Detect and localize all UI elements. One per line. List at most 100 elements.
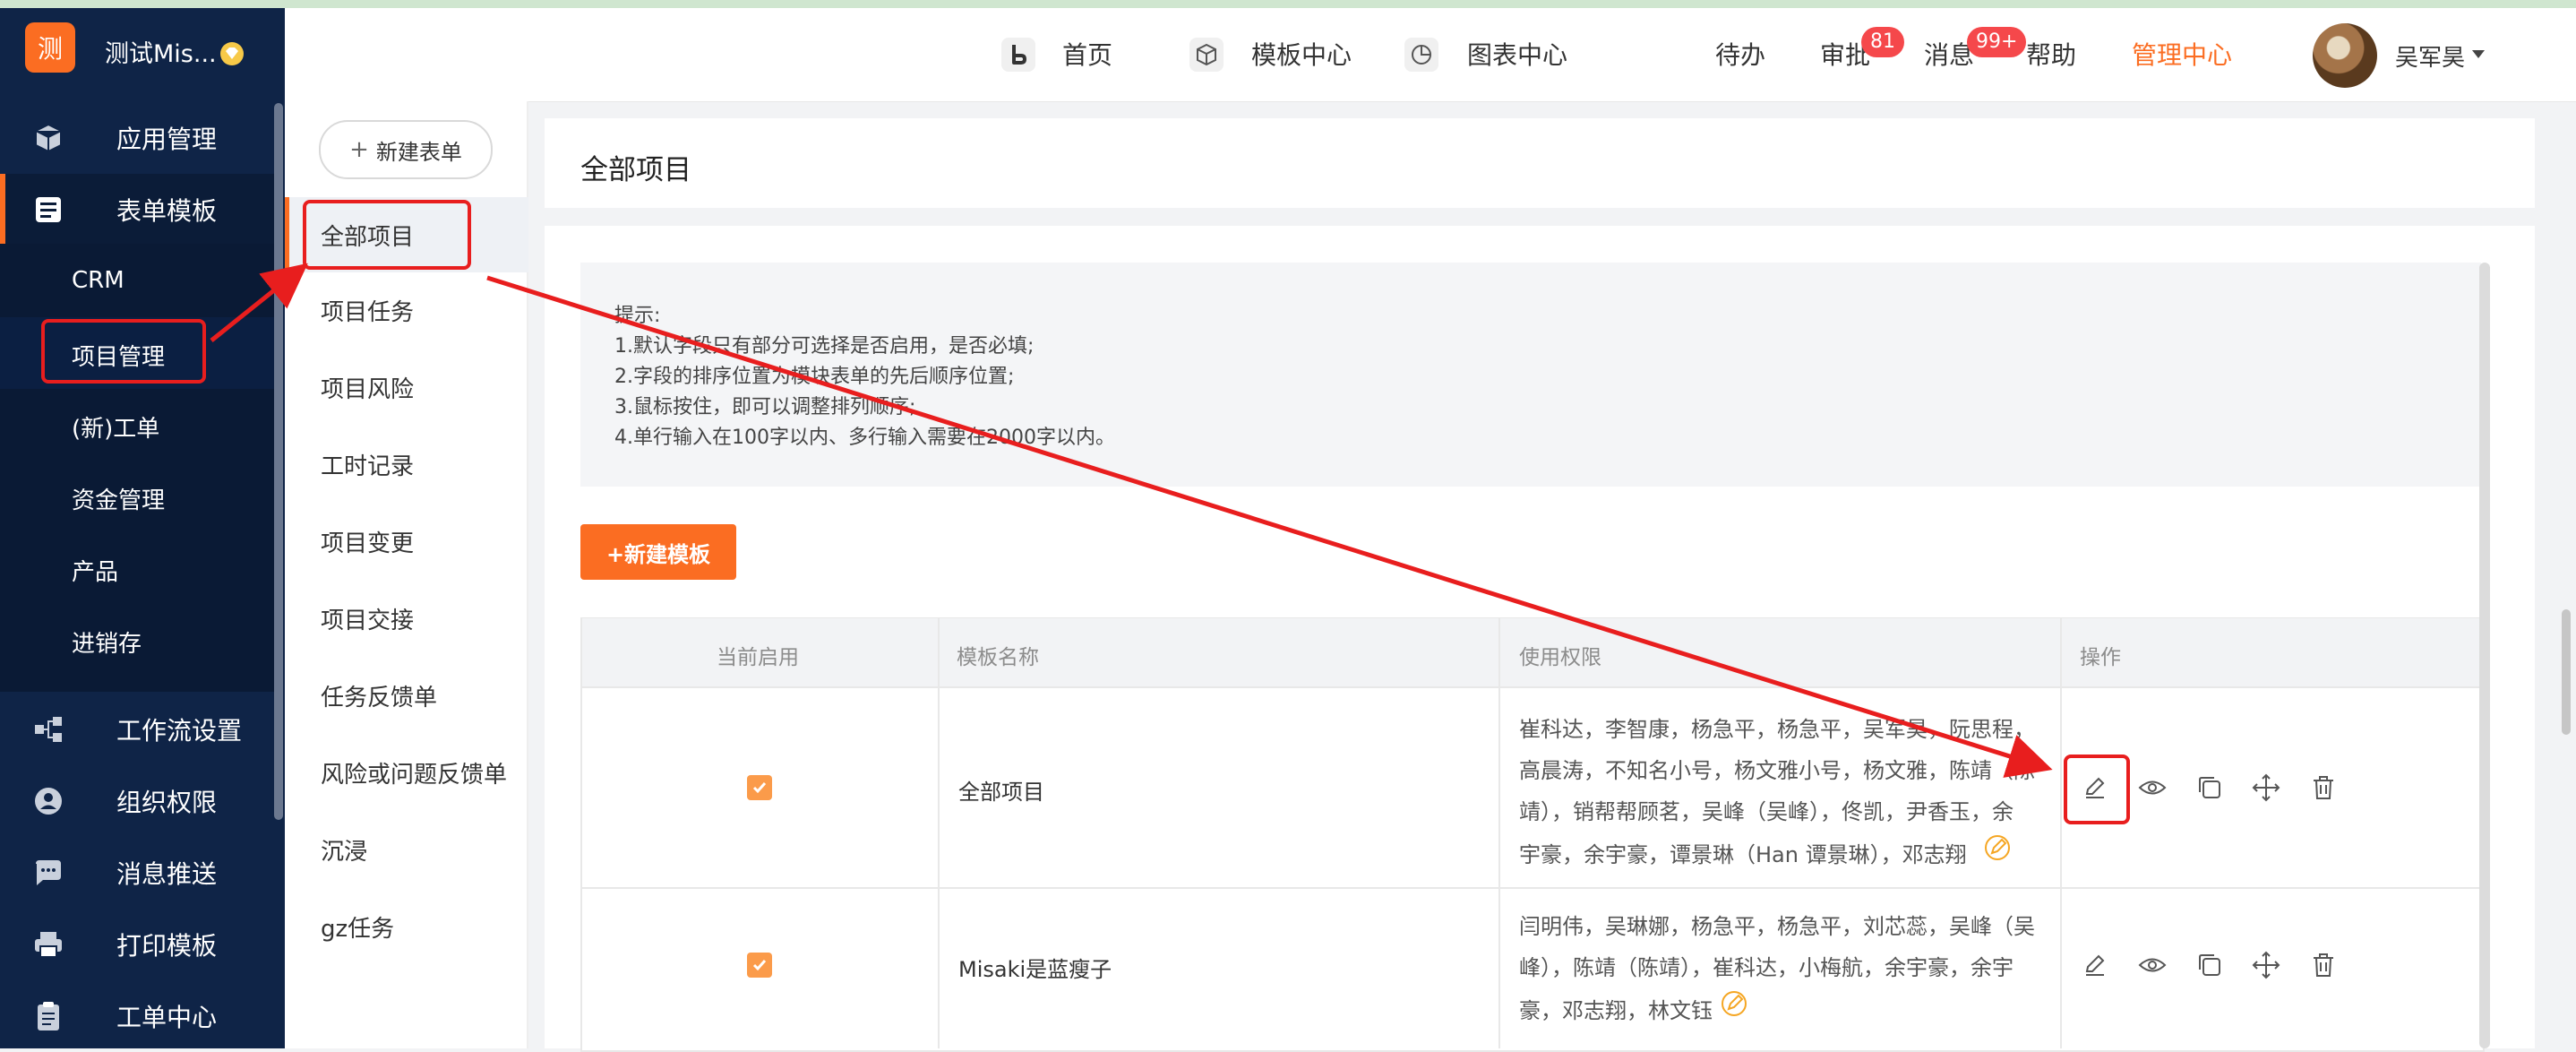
user-name[interactable]: 吴军昊 [2395,39,2465,73]
template-name: Misaki是蓝瘦子 [958,957,1112,982]
nav-chart-center[interactable]: 图表中心 [1467,36,1567,72]
permission-line: 崔科达，李智康，杨急平，杨急平，吴军昊，阮思程， [1519,717,2035,742]
delete-icon[interactable] [2308,950,2339,980]
move-icon[interactable] [2251,772,2281,803]
sidebar-item-label: 工单中心 [116,1003,218,1032]
cube-icon [35,123,62,153]
tip-line: 2.字段的排序位置为模块表单的先后顺序位置; [614,366,1015,388]
sidebar-scrollbar[interactable] [274,103,283,820]
form-item-risk-feedback[interactable]: 风险或问题反馈单 [285,735,528,810]
page-title: 全部项目 [580,154,691,186]
form-item-label: 项目风险 [321,376,415,403]
title-card [545,118,2535,208]
row-divider [582,887,2479,889]
form-item-immersion[interactable]: 沉浸 [285,812,528,887]
chevron-down-icon[interactable] [2472,50,2485,59]
sidebar-item-app-management[interactable]: 应用管理 [0,102,274,174]
pie-chart-icon [1404,38,1438,72]
brand-logo[interactable]: 测 [25,22,75,73]
column-divider [2060,618,2062,1048]
edit-permission-icon[interactable] [1720,989,1748,1018]
view-icon[interactable] [2137,772,2168,803]
tip-line: 3.鼠标按住，即可以调整排列顺序; [614,396,916,418]
plus-icon: + [349,136,369,163]
form-item-gz-task[interactable]: gz任务 [285,889,528,964]
sidebar-item-message-push[interactable]: 消息推送 [0,837,274,909]
form-item-label: 任务反馈单 [321,685,438,711]
sidebar-item-label: 组织权限 [116,788,218,817]
new-form-label: 新建表单 [375,139,462,165]
form-item-label: 项目交接 [321,608,415,634]
delete-icon[interactable] [2308,772,2339,803]
th-permission: 使用权限 [1519,646,1601,669]
box-icon [1189,38,1224,72]
form-item-label: 沉浸 [321,839,368,866]
view-icon[interactable] [2137,950,2168,980]
content-scrollbar[interactable] [2479,263,2490,1048]
copy-icon[interactable] [2194,772,2225,803]
copy-icon[interactable] [2194,950,2225,980]
form-item-project-task[interactable]: 项目任务 [285,272,528,348]
edit-icon[interactable] [2080,950,2110,980]
permission-line: 闫明伟，吴琳娜，杨急平，杨急平，刘芯蕊，吴峰（吴 [1519,914,2035,939]
sub-item-product[interactable]: 产品 [0,532,274,604]
sidebar-item-label: 工作流设置 [116,716,243,746]
form-item-label: 风险或问题反馈单 [321,762,508,789]
sidebar-item-print-template[interactable]: 打印模板 [0,909,274,980]
sidebar-item-work-order-center[interactable]: 工单中心 [0,980,274,1052]
top-stripe [0,0,2576,8]
user-circle-icon [35,788,62,815]
sub-item-label: 资金管理 [72,487,166,514]
sub-item-label: 进销存 [72,631,142,658]
permission-line: 豪，邓志翔，林文钰 [1519,998,1713,1023]
form-item-project-handover[interactable]: 项目交接 [285,581,528,656]
diamond-icon [220,42,244,65]
nav-template-center[interactable]: 模板中心 [1251,36,1352,72]
enabled-checkbox[interactable] [747,775,772,800]
avatar[interactable] [2313,23,2377,88]
approve-badge: 81 [1861,27,1904,57]
nav-home[interactable]: 首页 [1062,36,1112,72]
sidebar-item-workflow[interactable]: 工作流设置 [0,694,274,765]
form-item-project-change[interactable]: 项目变更 [285,504,528,579]
form-item-label: 项目任务 [321,299,415,326]
template-name: 全部项目 [958,780,1044,805]
enabled-checkbox[interactable] [747,953,772,978]
sub-item-label: (新)工单 [72,416,160,443]
chat-icon [36,860,61,885]
home-b-icon [1001,38,1035,72]
nav-admin-center[interactable]: 管理中心 [2132,36,2232,72]
new-form-button[interactable]: + 新建表单 [319,120,493,179]
form-item-work-hours[interactable]: 工时记录 [285,427,528,502]
tip-line: 提示: [614,305,661,327]
permission-line: 峰），陈靖（陈靖），崔科达，小梅航，余宇豪，余宇 [1519,955,2014,980]
sidebar-item-label: 应用管理 [116,125,218,154]
column-divider [938,618,940,1048]
sidebar-item-form-template[interactable]: 表单模板 [0,174,274,246]
sub-item-inventory[interactable]: 进销存 [0,604,274,676]
sidebar-item-org-permission[interactable]: 组织权限 [0,765,274,837]
workflow-icon [35,717,62,742]
column-divider [1498,618,1500,1048]
permission-line: 宇豪，余宇豪，谭景琳（Han 谭景琳），邓志翔 [1519,842,1967,867]
sub-item-work-order[interactable]: (新)工单 [0,389,274,461]
tip-line: 1.默认字段只有部分可选择是否启用，是否必填; [614,335,1035,358]
move-icon[interactable] [2251,950,2281,980]
check-icon [752,782,767,794]
brand-name[interactable]: 测试Mis... [105,34,217,69]
sub-item-funds[interactable]: 资金管理 [0,461,274,532]
nav-todo[interactable]: 待办 [1715,36,1765,72]
nav-help[interactable]: 帮助 [2026,36,2076,72]
th-template-name: 模板名称 [957,646,1039,669]
annotation-box [2064,755,2130,824]
sub-item-label: CRM [72,267,125,294]
page-scrollbar[interactable] [2562,609,2571,735]
check-icon [752,960,767,971]
form-item-label: 项目变更 [321,530,415,557]
new-template-button[interactable]: +新建模板 [580,524,736,580]
sub-item-crm[interactable]: CRM [0,246,274,317]
form-item-task-feedback[interactable]: 任务反馈单 [285,658,528,733]
form-item-project-risk[interactable]: 项目风险 [285,349,528,425]
edit-permission-icon[interactable] [1983,833,2012,862]
annotation-box [41,319,206,384]
